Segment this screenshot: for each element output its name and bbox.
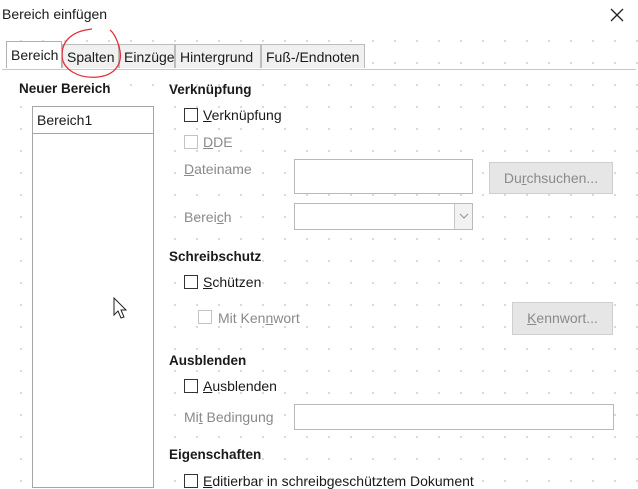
dde-checkbox-label: DDE bbox=[203, 134, 233, 150]
link-section-label: Bereich bbox=[184, 209, 232, 225]
editable-checkbox-label: Editierbar in schreibgeschütztem Dokumen… bbox=[203, 473, 474, 489]
new-section-heading: Neuer Bereich bbox=[19, 81, 111, 96]
chevron-down-icon[interactable] bbox=[454, 204, 472, 229]
protect-checkbox-label: Schützen bbox=[203, 274, 262, 290]
link-section-combo[interactable] bbox=[294, 203, 473, 230]
link-heading: Verknüpfung bbox=[169, 82, 252, 97]
password-checkbox-label: Mit Kennwort bbox=[218, 310, 300, 326]
hide-checkbox[interactable] bbox=[184, 379, 198, 393]
browse-button[interactable]: Durchsuchen... bbox=[489, 162, 613, 194]
hide-checkbox-label: Ausblenden bbox=[203, 378, 277, 394]
condition-label: Mit Bedingung bbox=[184, 409, 274, 425]
window-title: Bereich einfügen bbox=[2, 6, 108, 22]
hide-heading: Ausblenden bbox=[169, 353, 247, 368]
editable-checkbox[interactable] bbox=[184, 474, 198, 488]
password-button[interactable]: Kennwort... bbox=[512, 302, 613, 335]
write-protection-heading: Schreibschutz bbox=[169, 249, 262, 264]
title-bar: Bereich einfügen bbox=[0, 0, 638, 34]
filename-input[interactable] bbox=[294, 159, 473, 194]
tab-einzuege[interactable]: Einzüge bbox=[119, 44, 175, 68]
insert-section-dialog: Bereich einfügen Bereich Spalten Einzüge… bbox=[0, 0, 638, 489]
section-name-input[interactable]: Bereich1 bbox=[33, 107, 153, 134]
password-checkbox[interactable] bbox=[198, 310, 212, 324]
mouse-cursor-icon bbox=[113, 297, 129, 321]
filename-label: Dateiname bbox=[184, 161, 252, 177]
tab-bereich[interactable]: Bereich bbox=[6, 41, 62, 68]
link-checkbox-label: Verknüpfung bbox=[203, 107, 282, 123]
condition-input[interactable] bbox=[294, 404, 614, 430]
dde-checkbox[interactable] bbox=[184, 135, 198, 149]
tab-fuss-endnoten[interactable]: Fuß-/Endnoten bbox=[261, 44, 365, 68]
tab-divider bbox=[2, 69, 636, 70]
properties-heading: Eigenschaften bbox=[169, 447, 262, 462]
close-icon[interactable] bbox=[608, 6, 626, 24]
section-list[interactable]: Bereich1 bbox=[32, 106, 154, 488]
protect-checkbox[interactable] bbox=[184, 275, 198, 289]
tab-spalten[interactable]: Spalten bbox=[62, 44, 119, 68]
tab-hintergrund[interactable]: Hintergrund bbox=[175, 44, 261, 68]
link-checkbox[interactable] bbox=[184, 108, 198, 122]
